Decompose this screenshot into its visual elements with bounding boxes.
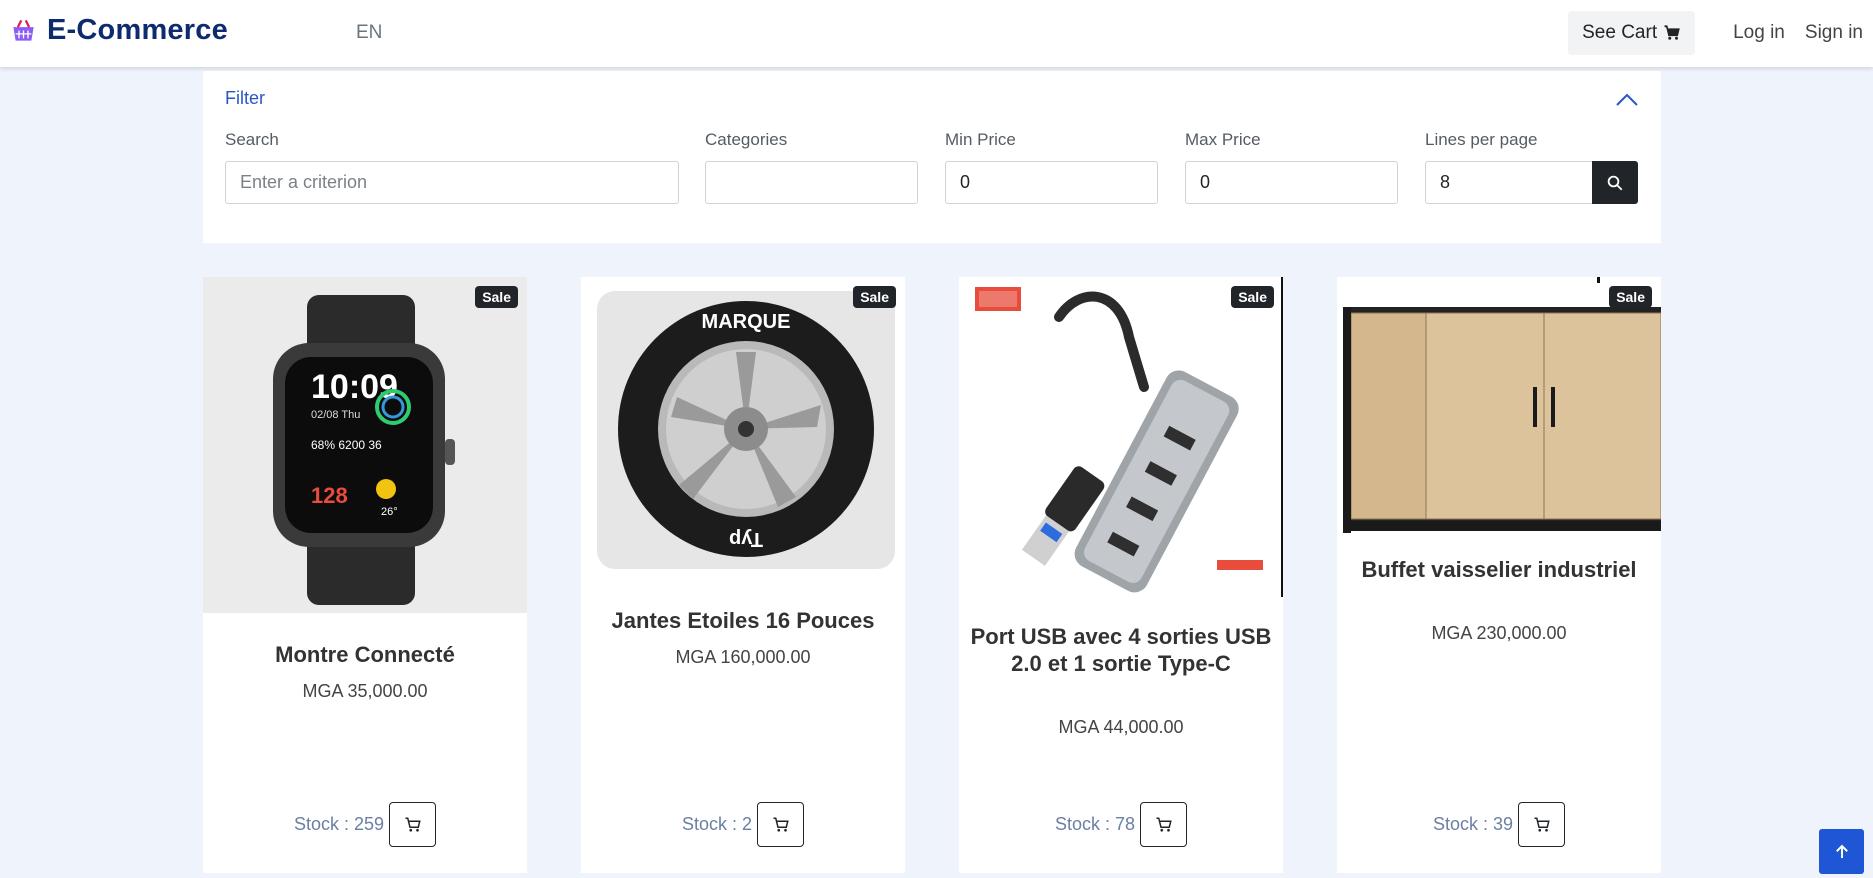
- lines-per-page-label: Lines per page: [1425, 130, 1538, 149]
- product-card[interactable]: Sale Port USB avec 4 sorties USB 2.0 et …: [959, 277, 1283, 873]
- product-price: MGA 35,000.00: [302, 681, 428, 701]
- product-card[interactable]: 10:09 02/08 Thu 68% 6200 36 128 26° Sale…: [203, 277, 527, 873]
- cart-icon: [1664, 25, 1680, 40]
- brand-name: E-Commerce: [47, 14, 228, 46]
- product-stock: Stock : 78: [1054, 814, 1136, 834]
- brand-link[interactable]: E-Commerce: [10, 14, 228, 47]
- product-title[interactable]: Buffet vaisselier industriel: [1347, 556, 1651, 583]
- sale-badge: Sale: [1609, 286, 1652, 308]
- product-price: MGA 44,000.00: [1058, 717, 1184, 737]
- search-icon: [1607, 175, 1623, 190]
- product-footer: Stock : 2: [581, 802, 905, 847]
- signin-link[interactable]: Sign in: [1805, 22, 1863, 44]
- filter-title[interactable]: Filter: [225, 88, 265, 109]
- product-title[interactable]: Jantes Etoiles 16 Pouces: [591, 607, 895, 634]
- navbar: E-Commerce EN See Cart Log in Sign in: [0, 0, 1873, 67]
- add-to-cart-button[interactable]: [1140, 802, 1188, 847]
- cart-icon: [773, 817, 789, 832]
- product-stock: Stock : 259: [293, 814, 385, 834]
- max-price-label: Max Price: [1185, 130, 1261, 149]
- product-image[interactable]: [1337, 277, 1661, 533]
- product-card[interactable]: MARQUE Typ Sale Jantes Etoiles 16 Pouces…: [581, 277, 905, 873]
- wheel-brand-text: MARQUE: [702, 311, 791, 333]
- smartwatch-image: 10:09 02/08 Thu 68% 6200 36 128 26°: [273, 295, 455, 605]
- categories-label: Categories: [705, 130, 788, 149]
- sale-badge: Sale: [475, 286, 518, 308]
- wheel-type-text: Typ: [729, 528, 763, 550]
- search-button[interactable]: [1592, 161, 1638, 204]
- lines-per-page-input[interactable]: 8: [1425, 161, 1593, 204]
- sideboard-cabinet-image: [1343, 277, 1661, 533]
- product-footer: Stock : 78: [959, 802, 1283, 847]
- login-link[interactable]: Log in: [1733, 22, 1785, 44]
- scroll-to-top-button[interactable]: [1819, 829, 1864, 874]
- svg-text:128: 128: [311, 483, 348, 508]
- search-input[interactable]: Enter a criterion: [225, 161, 679, 204]
- cart-icon: [1534, 817, 1550, 832]
- see-cart-label: See Cart: [1582, 22, 1658, 43]
- product-image[interactable]: [959, 277, 1283, 597]
- svg-text:02/08 Thu: 02/08 Thu: [311, 409, 360, 421]
- product-title[interactable]: Montre Connecté: [213, 641, 517, 668]
- sale-badge: Sale: [853, 286, 896, 308]
- usb-hub-image: [975, 277, 1283, 597]
- svg-text:68% 6200 36: 68% 6200 36: [311, 438, 382, 452]
- sale-badge: Sale: [1231, 286, 1274, 308]
- product-footer: Stock : 259: [203, 802, 527, 847]
- see-cart-button[interactable]: See Cart: [1568, 11, 1696, 55]
- add-to-cart-button[interactable]: [757, 802, 805, 847]
- add-to-cart-button[interactable]: [1518, 802, 1566, 847]
- product-stock: Stock : 39: [1432, 814, 1514, 834]
- basket-icon: [13, 19, 34, 41]
- product-image[interactable]: 10:09 02/08 Thu 68% 6200 36 128 26°: [203, 277, 527, 613]
- wheel-rim-image: MARQUE Typ: [597, 291, 895, 569]
- search-label: Search: [225, 130, 279, 149]
- product-price: MGA 160,000.00: [675, 647, 811, 667]
- min-price-label: Min Price: [945, 130, 1016, 149]
- chevron-up-icon[interactable]: [1615, 91, 1639, 107]
- product-card[interactable]: Sale Buffet vaisselier industriel MGA 23…: [1337, 277, 1661, 873]
- language-selector[interactable]: EN: [356, 22, 382, 44]
- product-stock: Stock : 2: [681, 814, 753, 834]
- cart-icon: [405, 817, 421, 832]
- svg-text:26°: 26°: [381, 506, 398, 518]
- filter-panel: Filter Search Enter a criterion Categori…: [203, 71, 1661, 243]
- cart-icon: [1156, 817, 1172, 832]
- nav-right: See Cart Log in Sign in: [1568, 11, 1863, 55]
- max-price-input[interactable]: 0: [1185, 161, 1398, 204]
- min-price-input[interactable]: 0: [945, 161, 1158, 204]
- add-to-cart-button[interactable]: [389, 802, 437, 847]
- product-price: MGA 230,000.00: [1431, 623, 1567, 643]
- product-title[interactable]: Port USB avec 4 sorties USB 2.0 et 1 sor…: [969, 623, 1273, 677]
- arrow-up-icon: [1835, 844, 1848, 858]
- product-footer: Stock : 39: [1337, 802, 1661, 847]
- categories-select[interactable]: [705, 161, 918, 204]
- product-image[interactable]: MARQUE Typ: [581, 277, 905, 577]
